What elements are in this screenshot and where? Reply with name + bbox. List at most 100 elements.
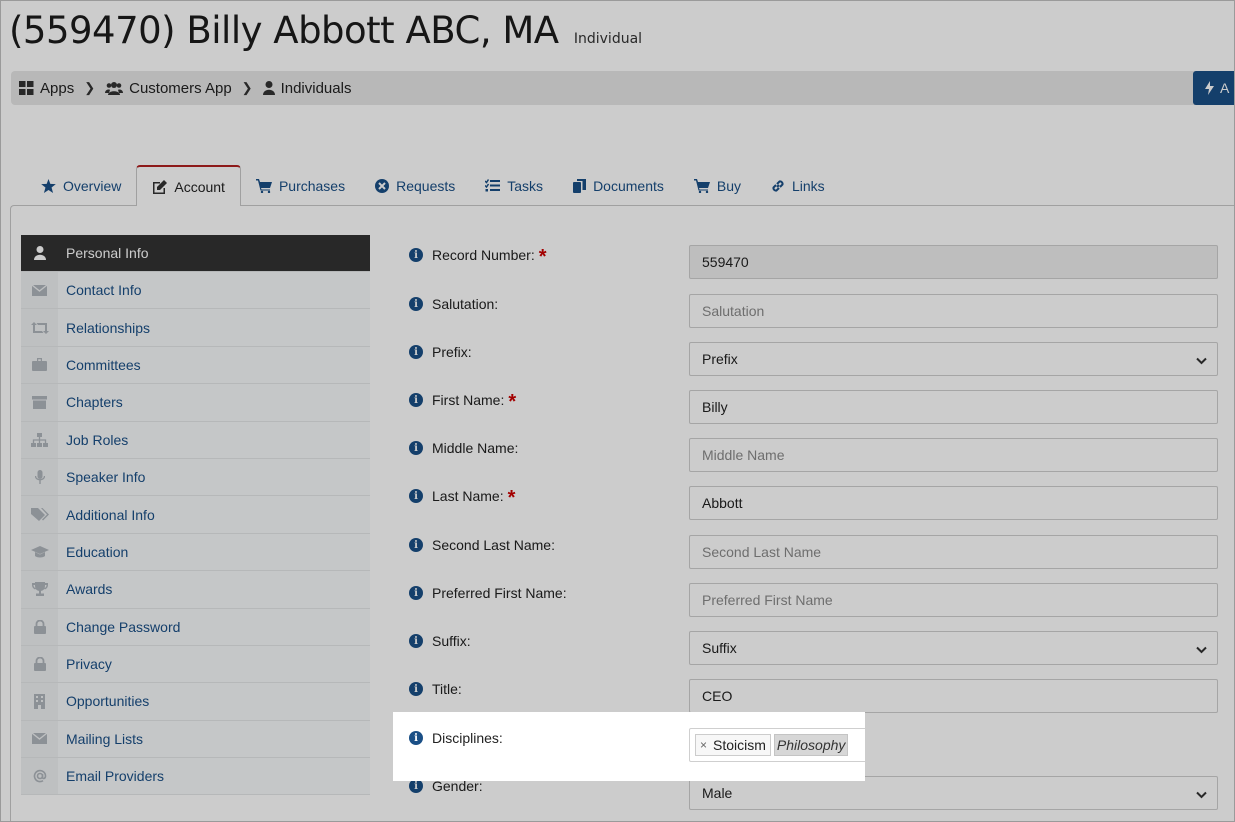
middle-name-row: i Middle Name: Middle Name (409, 438, 1219, 472)
tab-purchases[interactable]: Purchases (241, 165, 360, 206)
second-last-name-row: i Second Last Name: Second Last Name (409, 535, 1219, 569)
tab-requests[interactable]: Requests (360, 165, 470, 206)
tab-links[interactable]: Links (756, 165, 840, 206)
gender-select[interactable]: Male (689, 776, 1218, 810)
disciplines-row: i Disciplines: × Stoicism Philosophy (409, 728, 865, 762)
second-last-name-label: Second Last Name: (432, 537, 555, 553)
info-icon[interactable]: i (409, 538, 423, 552)
tag-remove-button[interactable]: × (700, 738, 707, 752)
archive-icon (21, 384, 58, 421)
second-last-name-input[interactable]: Second Last Name (689, 535, 1218, 569)
link-icon (772, 179, 784, 192)
page-title-text: (559470) Billy Abbott ABC, MA (9, 9, 559, 52)
info-icon[interactable]: i (409, 297, 423, 311)
sidebar-item-job-roles[interactable]: Job Roles (21, 421, 370, 459)
info-icon[interactable]: i (409, 393, 423, 407)
sidebar-item-chapters[interactable]: Chapters (21, 384, 370, 422)
first-name-input[interactable]: Billy (689, 390, 1218, 424)
sidebar-item-additional-info[interactable]: Additional Info (21, 496, 370, 534)
star-icon (41, 178, 56, 193)
tag-stoicism: × Stoicism (695, 734, 771, 756)
breadcrumb-individuals[interactable]: Individuals (262, 80, 351, 97)
salutation-input[interactable]: Salutation (689, 294, 1218, 328)
sidebar-item-contact-info[interactable]: Contact Info (21, 272, 370, 310)
middle-name-label: Middle Name: (432, 440, 519, 456)
building-icon (21, 683, 58, 720)
chevron-down-icon (1196, 352, 1207, 368)
page-title: (559470) Billy Abbott ABC, MA Individual (9, 9, 642, 52)
tasks-icon (485, 179, 501, 192)
sidebar-item-change-password[interactable]: Change Password (21, 608, 370, 646)
preferred-first-name-input[interactable]: Preferred First Name (689, 583, 1218, 617)
title-label: Title: (432, 681, 462, 697)
info-icon[interactable]: i (409, 682, 423, 696)
breadcrumb-apps[interactable]: Apps (19, 80, 74, 97)
sidebar-item-education[interactable]: Education (21, 533, 370, 572)
chevron-down-icon (1196, 786, 1207, 802)
info-icon[interactable]: i (409, 731, 423, 745)
suffix-select[interactable]: Suffix (689, 631, 1218, 665)
info-icon[interactable]: i (409, 586, 423, 600)
copy-icon (573, 178, 587, 193)
grid-icon (19, 81, 34, 95)
tab-buy[interactable]: Buy (679, 165, 756, 206)
middle-name-input[interactable]: Middle Name (689, 438, 1218, 472)
info-icon[interactable]: i (409, 634, 423, 648)
preferred-first-name-row: i Preferred First Name: Preferred First … (409, 583, 1219, 617)
prefix-select[interactable]: Prefix (689, 342, 1218, 376)
title-row: i Title: CEO (409, 679, 1219, 713)
info-icon[interactable]: i (409, 489, 423, 503)
tab-overview[interactable]: Overview (26, 165, 136, 206)
breadcrumb: Apps ❯ Customers App ❯ Individuals (11, 71, 1201, 105)
title-input[interactable]: CEO (689, 679, 1218, 713)
gender-row: i Gender: Male (409, 776, 1219, 810)
trophy-icon (21, 571, 58, 608)
sidebar-item-personal-info[interactable]: Personal Info (21, 235, 370, 272)
tab-tasks[interactable]: Tasks (470, 165, 558, 206)
info-icon[interactable]: i (409, 779, 423, 793)
info-icon[interactable]: i (409, 248, 423, 262)
tab-account[interactable]: Account (136, 165, 241, 206)
bolt-icon (1205, 81, 1214, 95)
sidebar-item-committees[interactable]: Committees (21, 346, 370, 385)
sidebar-item-privacy[interactable]: Privacy (21, 645, 370, 684)
suffix-label: Suffix: (432, 633, 471, 649)
microphone-icon (21, 458, 58, 496)
disciplines-typed-text[interactable]: Philosophy (773, 734, 849, 756)
briefcase-icon (21, 346, 58, 384)
lock-icon (21, 608, 58, 645)
salutation-label: Salutation: (432, 296, 499, 312)
sidebar-item-awards[interactable]: Awards (21, 571, 370, 609)
chevron-right-icon: ❯ (241, 80, 253, 95)
sidebar-item-email-providers[interactable]: Email Providers (21, 758, 370, 796)
breadcrumb-customers-app[interactable]: Customers App (105, 80, 232, 97)
record-number-row: i Record Number: * 559470 (409, 245, 1219, 279)
first-name-label: First Name: * (432, 391, 517, 413)
record-number-field: 559470 (689, 245, 1218, 279)
edit-icon (153, 179, 168, 194)
record-number-label: Record Number: * (432, 246, 547, 268)
envelope-icon (21, 720, 58, 758)
sidebar-item-opportunities[interactable]: Opportunities (21, 683, 370, 721)
prefix-row: i Prefix: Prefix (409, 342, 1219, 376)
cart-icon (255, 178, 272, 193)
sidebar-item-relationships[interactable]: Relationships (21, 309, 370, 347)
record-type-label: Individual (573, 31, 643, 47)
sidebar-item-mailing-lists[interactable]: Mailing Lists (21, 720, 370, 759)
last-name-row: i Last Name: * Abbott (409, 486, 1219, 520)
chevron-right-icon: ❯ (84, 80, 96, 95)
actions-button[interactable]: A (1193, 71, 1234, 105)
required-marker: * (538, 246, 547, 268)
sidebar-item-speaker-info[interactable]: Speaker Info (21, 458, 370, 497)
preferred-first-name-label: Preferred First Name: (432, 585, 567, 601)
info-icon[interactable]: i (409, 441, 423, 455)
required-marker: * (507, 487, 516, 509)
disciplines-tag-input[interactable]: × Stoicism Philosophy (689, 728, 865, 762)
cart-icon (693, 178, 710, 193)
sitemap-icon (21, 421, 58, 458)
last-name-input[interactable]: Abbott (689, 486, 1218, 520)
suffix-row: i Suffix: Suffix (409, 631, 1219, 665)
tab-documents[interactable]: Documents (558, 165, 679, 206)
users-icon (105, 81, 124, 95)
info-icon[interactable]: i (409, 345, 423, 359)
